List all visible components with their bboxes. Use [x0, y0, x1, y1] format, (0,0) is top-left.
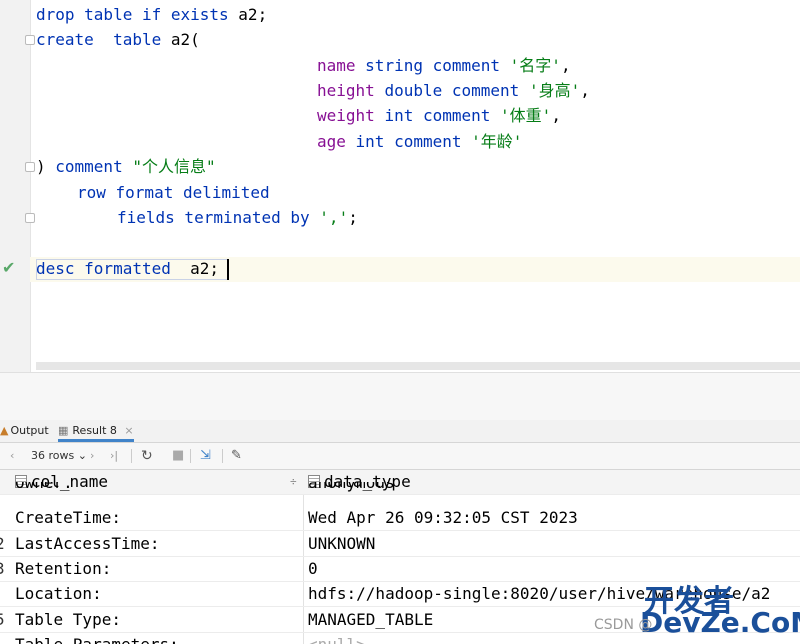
code-token: string comment	[365, 56, 510, 75]
row-number: 5	[0, 607, 5, 632]
watermark-text: CSDN @	[594, 617, 653, 633]
code-line[interactable]: create table a2(	[36, 28, 200, 52]
cell-col-name[interactable]: Owner:	[15, 482, 73, 494]
watermark-logo: DevZe.CoM	[640, 606, 800, 639]
cell-col-name[interactable]: Table Parameters:	[15, 632, 179, 644]
pin-icon[interactable]: ✎	[231, 443, 242, 469]
code-token: a2;	[238, 5, 268, 24]
stop-icon[interactable]: ■	[172, 443, 184, 469]
toolbar-divider	[190, 449, 191, 463]
text-caret	[227, 259, 229, 280]
cell-data-type[interactable]: anonymous	[308, 482, 395, 494]
toolbar-divider	[131, 449, 132, 463]
cell-data-type[interactable]: <null>	[308, 632, 366, 644]
cell-data-type[interactable]: Wed Apr 26 09:32:05 CST 2023	[308, 505, 578, 530]
code-token: fields terminated by	[117, 208, 320, 227]
code-token: "个人信息"	[132, 157, 216, 176]
code-token: name	[317, 56, 366, 75]
code-line[interactable]: fields terminated by ',';	[117, 206, 358, 230]
tab-result-label: Result 8	[72, 424, 117, 437]
code-token: )	[36, 157, 56, 176]
panel-splitter[interactable]	[0, 372, 800, 421]
code-token: age	[317, 132, 356, 151]
code-line[interactable]: weight int comment '体重',	[317, 104, 561, 128]
code-token: comment	[55, 157, 133, 176]
refresh-icon[interactable]: ↻	[141, 443, 153, 469]
code-line[interactable]: desc formatted a2;	[36, 257, 219, 281]
code-line[interactable]: age int comment '年龄'	[317, 130, 522, 154]
code-token: weight	[317, 106, 385, 125]
code-token: height	[317, 81, 385, 100]
fold-icon[interactable]	[25, 162, 35, 172]
prev-page-icon[interactable]: ‹	[10, 443, 14, 469]
next-page-icon[interactable]: ›	[90, 443, 94, 469]
table-row[interactable]: 2 LastAccessTime: UNKNOWN	[0, 531, 800, 557]
cell-col-name[interactable]: Location:	[15, 581, 102, 606]
code-token: int comment	[384, 106, 501, 125]
code-token: '年龄'	[471, 132, 523, 151]
horizontal-scrollbar[interactable]	[36, 362, 800, 370]
check-icon: ✔	[2, 258, 16, 277]
code-token: ;	[348, 208, 358, 227]
code-line[interactable]: row format delimited	[77, 181, 270, 205]
cell-col-name[interactable]: Retention:	[15, 556, 111, 581]
close-icon[interactable]: ×	[124, 424, 133, 437]
cell-data-type[interactable]: MANAGED_TABLE	[308, 607, 433, 632]
table-row[interactable]: Owner: anonymous	[0, 482, 800, 495]
code-line[interactable]: name string comment '名字',	[317, 54, 571, 78]
cell-col-name[interactable]: Table Type:	[15, 607, 121, 632]
row-number: 2	[0, 531, 5, 556]
tab-result[interactable]: ▦ Result 8 ×	[58, 420, 134, 442]
cell-data-type[interactable]: UNKNOWN	[308, 531, 375, 556]
tab-output-label: Output	[10, 424, 49, 437]
sql-editor[interactable]: ✔ drop table if exists a2; create table …	[0, 0, 800, 372]
editor-gutter	[0, 0, 31, 372]
row-number: 3	[0, 556, 5, 581]
chevron-down-icon: ⌄	[77, 449, 87, 462]
results-tab-bar: ▲ Output ▦ Result 8 ×	[0, 420, 800, 443]
code-token: '身高'	[528, 81, 581, 100]
rows-count-dropdown[interactable]: 36 rows ⌄	[31, 443, 87, 469]
cell-col-name[interactable]: LastAccessTime:	[15, 531, 160, 556]
table-row[interactable]: CreateTime: Wed Apr 26 09:32:05 CST 2023	[0, 505, 800, 531]
code-token: a2;	[180, 259, 220, 278]
toolbar-divider	[222, 449, 223, 463]
fold-icon[interactable]	[25, 35, 35, 45]
results-toolbar: ‹ 36 rows ⌄ › ›| ↻ ■ ⇲ ✎	[0, 443, 800, 470]
code-token: '名字'	[509, 56, 561, 75]
code-token: drop table if exists	[36, 5, 239, 24]
cell-data-type[interactable]: 0	[308, 556, 318, 581]
code-token: '体重'	[500, 106, 552, 125]
fold-icon[interactable]	[25, 213, 35, 223]
code-token: double comment	[384, 81, 529, 100]
last-page-icon[interactable]: ›|	[110, 443, 118, 469]
code-token: int comment	[355, 132, 472, 151]
tab-output[interactable]: ▲ Output	[0, 420, 49, 442]
cell-col-name[interactable]: CreateTime:	[15, 505, 121, 530]
code-token: desc formatted	[36, 259, 181, 278]
code-token: create table	[36, 30, 171, 49]
code-line[interactable]: drop table if exists a2;	[36, 3, 267, 27]
code-token: ,	[560, 56, 571, 75]
output-icon: ▲	[0, 424, 9, 437]
code-line[interactable]: height double comment '身高',	[317, 79, 590, 103]
code-line[interactable]: ) comment "个人信息"	[36, 155, 216, 179]
code-token: ','	[319, 208, 349, 227]
arrange-icon[interactable]: ⇲	[200, 443, 211, 469]
rows-count-label: 36 rows	[31, 449, 75, 462]
code-token: ,	[551, 106, 561, 125]
code-token: a2(	[170, 30, 200, 49]
code-token: row format delimited	[77, 183, 270, 202]
table-icon: ▦	[58, 424, 69, 437]
code-token: ,	[580, 81, 590, 100]
